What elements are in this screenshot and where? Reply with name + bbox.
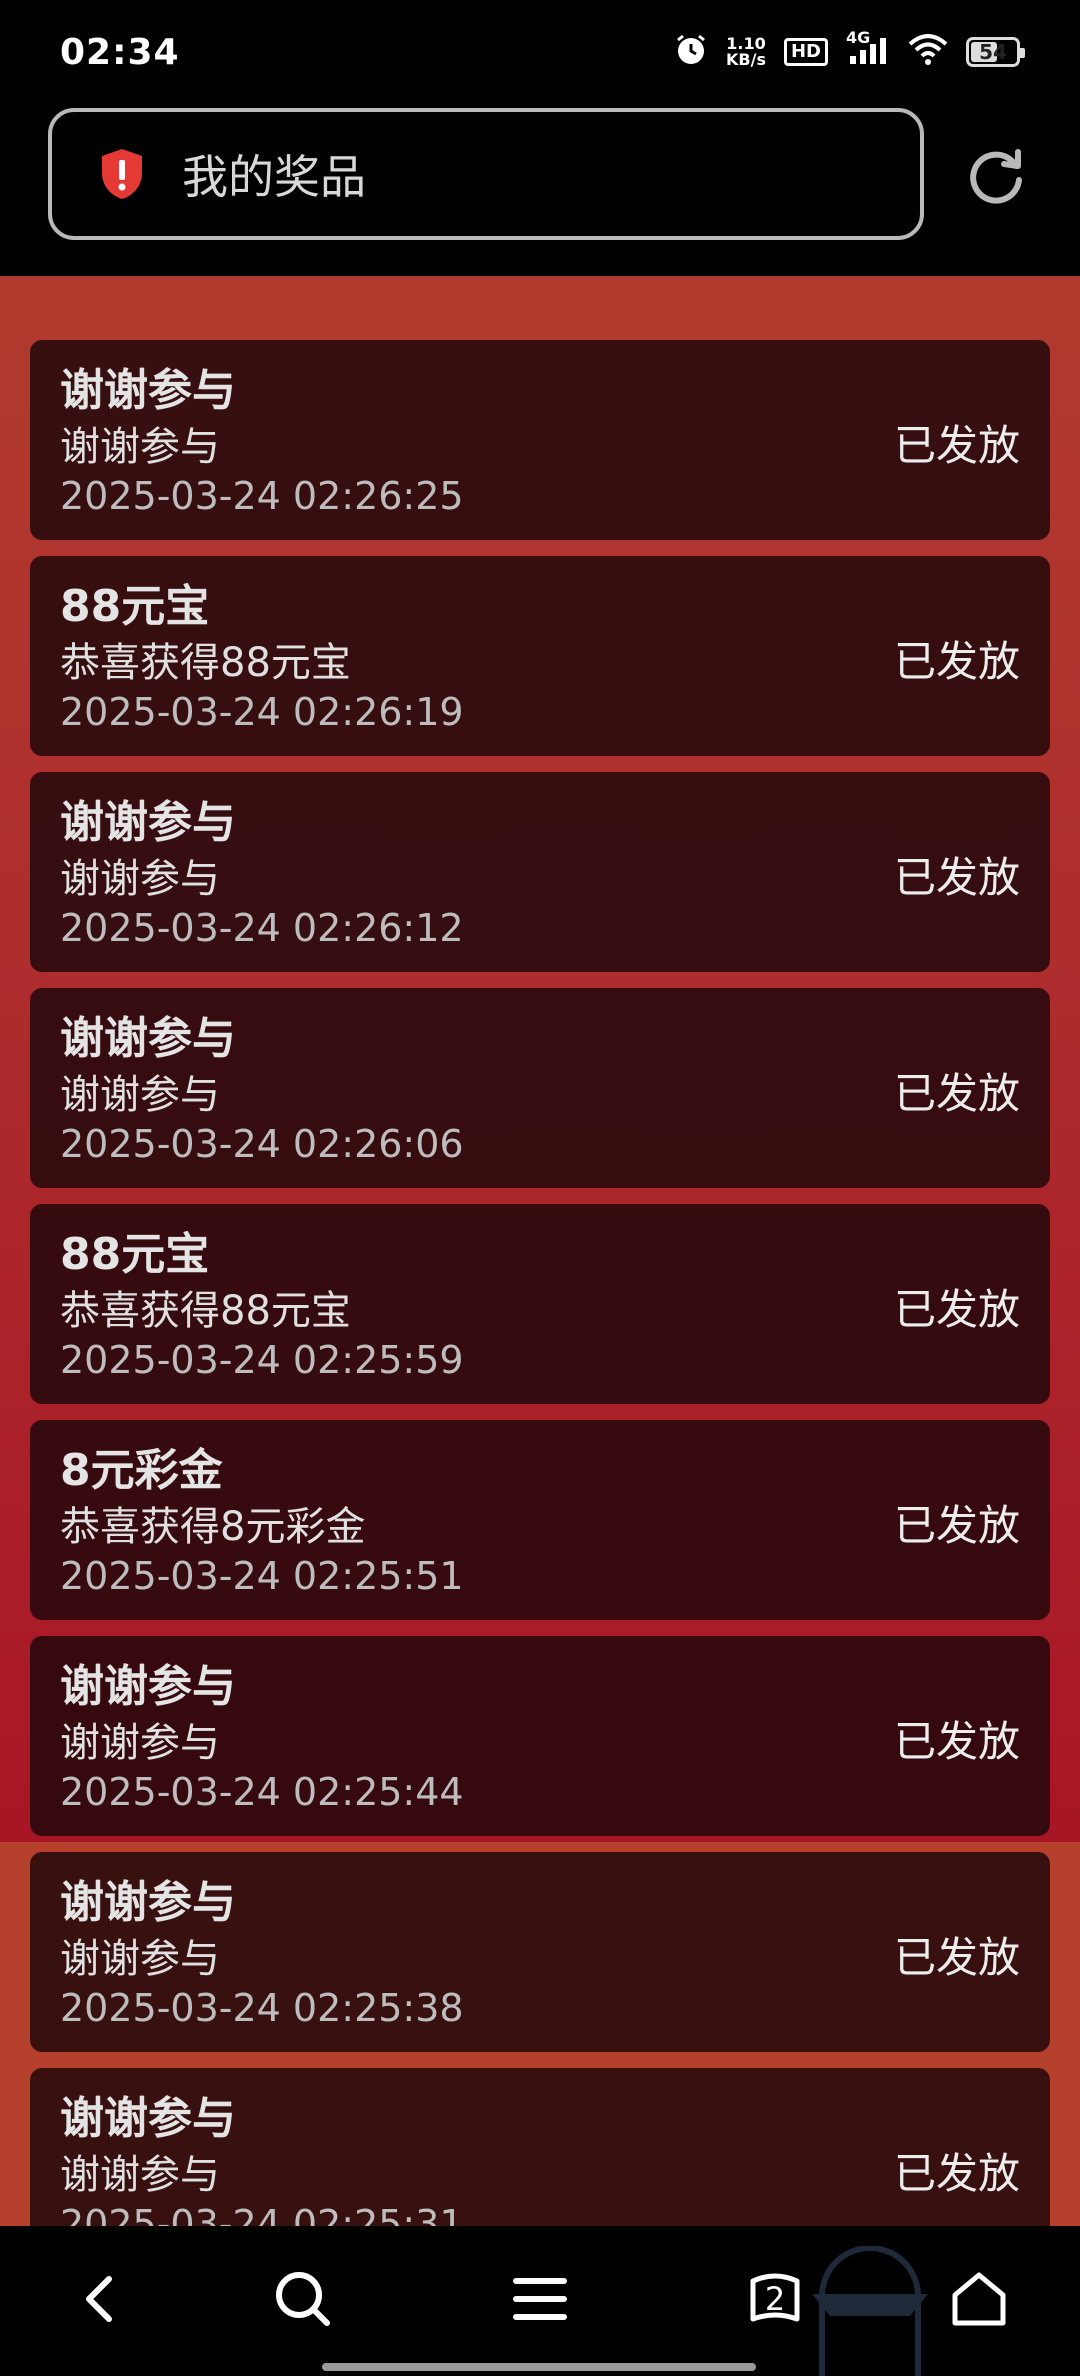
prize-title: 谢谢参与 [60, 2093, 236, 2144]
refresh-icon [970, 149, 1022, 204]
search-button[interactable] [268, 2264, 338, 2334]
prize-timestamp: 2025-03-24 02:26:19 [60, 690, 464, 734]
wifi-icon [908, 34, 948, 70]
prize-description: 谢谢参与 [60, 1936, 220, 1982]
shield-alert-icon [96, 146, 148, 202]
refresh-button[interactable] [964, 144, 1028, 208]
prize-card[interactable]: 88元宝恭喜获得88元宝 2025-03-24 02:25:59 已发放 [30, 1204, 1050, 1404]
prize-title: 8元彩金 [60, 1445, 223, 1496]
prize-status: 已发放 [893, 421, 1020, 470]
home-button[interactable] [944, 2264, 1014, 2334]
prize-timestamp: 2025-03-24 02:26:06 [60, 1122, 464, 1166]
home-indicator[interactable] [322, 2363, 756, 2371]
net-speed: 1.10 KB/s [726, 36, 766, 68]
mascot-icon [810, 2246, 930, 2376]
tab-count: 2 [764, 2280, 786, 2318]
page-title: 我的奖品 [182, 150, 366, 204]
menu-button[interactable] [505, 2264, 575, 2334]
prize-title: 谢谢参与 [60, 1013, 236, 1064]
title-bar[interactable]: 我的奖品 [48, 108, 924, 240]
prize-status: 已发放 [893, 2149, 1020, 2198]
alarm-icon [674, 33, 708, 71]
status-time: 02:34 [60, 31, 180, 73]
prize-status: 已发放 [893, 1285, 1020, 1334]
prize-description: 谢谢参与 [60, 2152, 220, 2198]
hd-badge: HD [783, 38, 828, 66]
prize-timestamp: 2025-03-24 02:25:59 [60, 1338, 464, 1382]
net-speed-unit: KB/s [726, 50, 766, 69]
prize-description: 恭喜获得8元彩金 [60, 1504, 366, 1550]
tabs-button[interactable]: 2 [740, 2264, 810, 2334]
back-button[interactable] [66, 2264, 136, 2334]
prize-card[interactable]: 88元宝恭喜获得88元宝 2025-03-24 02:26:19 已发放 [30, 556, 1050, 756]
prize-card[interactable]: 8元彩金恭喜获得8元彩金 2025-03-24 02:25:51 已发放 [30, 1420, 1050, 1620]
prize-list: 谢谢参与 谢谢参与 2025-03-24 02:26:25 已发放 88元宝 恭喜获得88… [30, 340, 1050, 2226]
signal-icon: 4G [846, 28, 890, 70]
prize-title: 谢谢参与 [60, 797, 236, 848]
back-icon [86, 2276, 112, 2322]
battery-level: 54 [979, 40, 1007, 64]
prize-description: 恭喜获得88元宝 [60, 640, 351, 686]
prize-description: 谢谢参与 [60, 1072, 220, 1118]
menu-icon [513, 2278, 567, 2320]
prize-card[interactable]: 谢谢参与 谢谢参与 2025-03-24 02:26:25 已发放 [30, 340, 1050, 540]
bottom-nav: 2 [0, 2226, 1080, 2376]
status-icons: 1.10 KB/s HD 4G 54 [674, 28, 1025, 71]
prize-timestamp: 2025-03-24 02:25:31 [60, 2202, 464, 2226]
network-type: 4G [846, 28, 871, 47]
prize-card[interactable]: 谢谢参与 谢谢参与 2025-03-24 02:26:12 已发放 [30, 772, 1050, 972]
prize-status: 已发放 [893, 1069, 1020, 1118]
prize-status: 已发放 [893, 853, 1020, 902]
prize-status: 已发放 [893, 637, 1020, 686]
prize-description: 谢谢参与 [60, 1720, 220, 1766]
prize-timestamp: 2025-03-24 02:26:12 [60, 906, 464, 950]
prize-status: 已发放 [893, 1717, 1020, 1766]
prize-title: 88元宝 [60, 1229, 210, 1280]
prize-description: 谢谢参与 [60, 424, 220, 470]
prize-title: 谢谢参与 [60, 365, 236, 416]
prize-list-area[interactable]: 谢谢参与 谢谢参与 2025-03-24 02:26:25 已发放 88元宝 恭喜获得88… [0, 276, 1080, 2226]
prize-title: 谢谢参与 [60, 1877, 236, 1928]
prize-timestamp: 2025-03-24 02:26:25 [60, 474, 464, 518]
prize-title: 谢谢参与 [60, 1661, 236, 1712]
battery-icon: 54 [966, 37, 1025, 67]
home-icon [952, 2272, 1006, 2326]
prize-card[interactable]: 谢谢参与 谢谢参与 2025-03-24 02:25:44 已发放 [30, 1636, 1050, 1836]
prize-description: 谢谢参与 [60, 856, 220, 902]
prize-title: 88元宝 [60, 581, 210, 632]
prize-card[interactable]: 谢谢参与 谢谢参与 2025-03-24 02:25:31 已发放 [30, 2068, 1050, 2226]
prize-timestamp: 2025-03-24 02:25:38 [60, 1986, 464, 2030]
prize-card[interactable]: 谢谢参与 谢谢参与 2025-03-24 02:25:38 已发放 [30, 1852, 1050, 2052]
search-icon [276, 2272, 330, 2326]
header: 我的奖品 [0, 104, 1080, 276]
prize-status: 已发放 [893, 1933, 1020, 1982]
prize-status: 已发放 [893, 1501, 1020, 1550]
prize-description: 恭喜获得88元宝 [60, 1288, 351, 1334]
prize-card[interactable]: 谢谢参与 谢谢参与 2025-03-24 02:26:06 已发放 [30, 988, 1050, 1188]
prize-timestamp: 2025-03-24 02:25:51 [60, 1554, 464, 1598]
status-bar: 02:34 1.10 KB/s HD 4G 54 [0, 0, 1080, 104]
prize-timestamp: 2025-03-24 02:25:44 [60, 1770, 464, 1814]
